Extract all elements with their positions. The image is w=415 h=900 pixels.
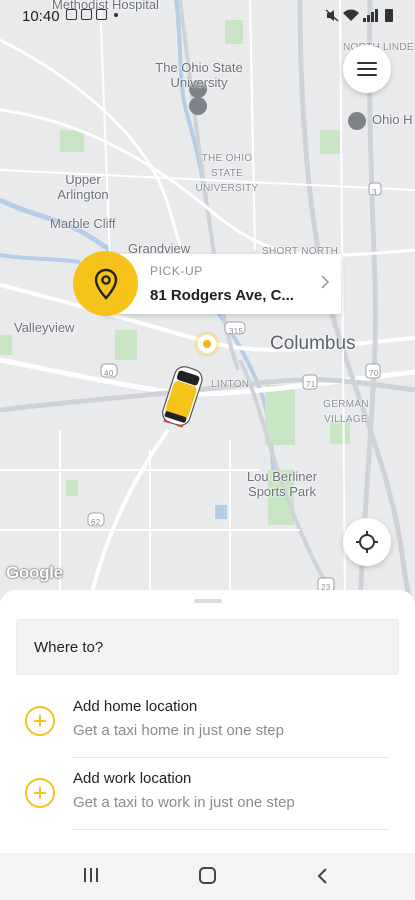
signal-icon: [363, 9, 378, 22]
work-location-title: Add work location: [73, 770, 192, 787]
map-label-german-village: GERMAN VILLAGE: [323, 399, 369, 425]
pickup-pin[interactable]: [73, 251, 138, 316]
system-icons: [325, 9, 393, 22]
map-label-valleyview: Valleyview: [14, 320, 75, 335]
route-70-label: 70: [369, 369, 379, 378]
add-work-location-item[interactable]: Add work location Get a taxi to work in …: [0, 760, 415, 830]
taxi-car-icon: [162, 366, 203, 428]
battery-icon: [385, 9, 393, 22]
recenter-button[interactable]: [343, 518, 391, 566]
status-bar: 10:40: [0, 0, 415, 32]
location-pin-icon: [94, 268, 117, 300]
route-40-label: 40: [104, 369, 114, 378]
chevron-right-icon: [321, 275, 330, 289]
status-time: 10:40: [22, 8, 60, 25]
image-icon: [66, 9, 77, 20]
home-icon[interactable]: [199, 867, 216, 884]
divider: [73, 757, 389, 758]
map-label-lou-berliner: Lou Berliner Sports Park: [246, 469, 318, 499]
map-label-columbus: Columbus: [270, 333, 356, 354]
route-3-label: 3: [372, 188, 377, 197]
pickup-title: PICK-UP: [150, 264, 203, 278]
hamburger-menu-icon: [357, 61, 377, 64]
add-home-location-item[interactable]: Add home location Get a taxi home in jus…: [0, 688, 415, 758]
map-view[interactable]: Methodist Hospital The Ohio State Univer…: [0, 0, 415, 600]
route-71-label: 71: [306, 380, 316, 389]
route-62-label: 62: [91, 518, 101, 527]
home-location-title: Add home location: [73, 698, 198, 715]
map-label-osu: The Ohio State University: [155, 60, 243, 90]
recents-icon[interactable]: [84, 868, 100, 884]
chat-icon: [96, 9, 107, 20]
plus-circle-icon: [25, 706, 55, 736]
work-location-subtitle: Get a taxi to work in just one step: [73, 794, 295, 811]
route-315-label: 315: [229, 327, 244, 336]
system-navigation-bar: [0, 853, 415, 900]
map-label-ohio-h: Ohio H: [372, 112, 413, 127]
chat-icon: [81, 9, 92, 20]
where-to-input[interactable]: Where to?: [16, 619, 399, 675]
pickup-address: 81 Rodgers Ave, C...: [150, 287, 294, 304]
divider: [73, 829, 389, 830]
dot-icon: [114, 12, 118, 17]
map-label-upper-arlington: Upper Arlington: [57, 172, 109, 202]
back-icon[interactable]: [317, 867, 329, 885]
sheet-drag-handle[interactable]: [194, 599, 222, 603]
mute-icon: [325, 9, 339, 22]
notification-icons: [66, 9, 118, 20]
wifi-icon: [343, 9, 359, 21]
bottom-sheet: Where to? Add home location Get a taxi h…: [0, 590, 415, 853]
map-label-osu-small: THE OHIO STATE UNIVERSITY: [195, 153, 259, 194]
crosshair-icon: [356, 531, 378, 553]
menu-button[interactable]: [343, 45, 391, 93]
google-logo: Google: [6, 563, 63, 582]
current-location-dot: [198, 335, 216, 353]
home-location-subtitle: Get a taxi home in just one step: [73, 722, 284, 739]
map-label-linton: LINTON: [211, 379, 250, 390]
map-label-marble-cliff: Marble Cliff: [50, 216, 116, 231]
plus-circle-icon: [25, 778, 55, 808]
